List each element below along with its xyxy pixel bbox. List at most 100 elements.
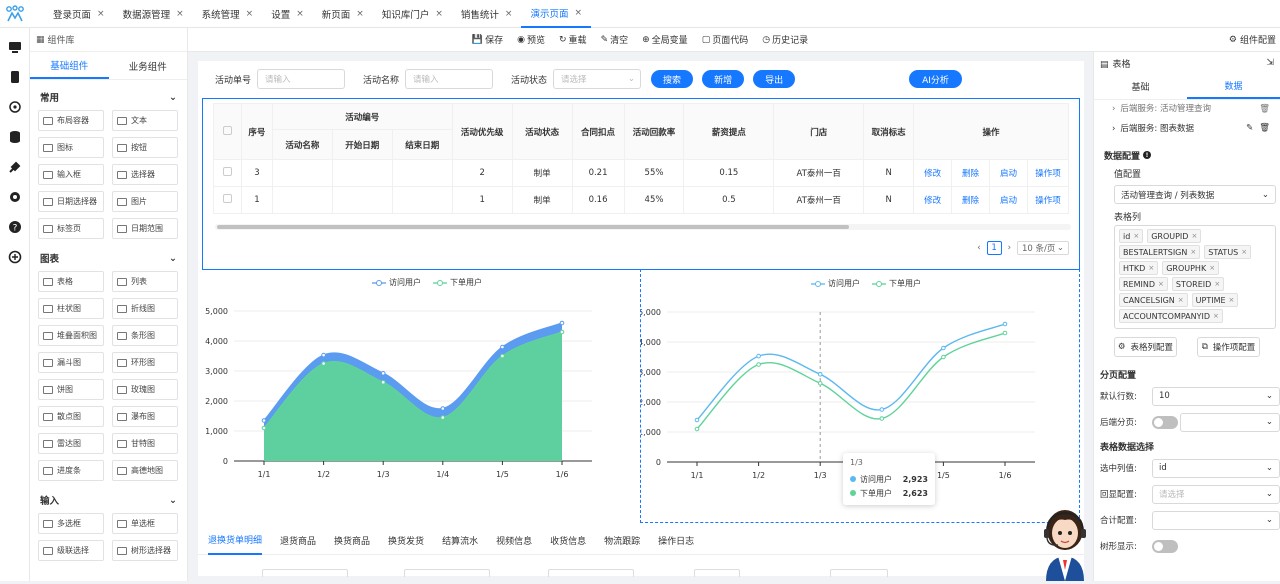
component-item[interactable]: 标签页 [38,218,104,239]
selected-col-select[interactable]: id ⌄ [1152,458,1280,478]
echo-config-select[interactable]: 请选择 ⌄ [1152,484,1280,504]
column-tag[interactable]: GROUPHK × [1162,261,1220,275]
op-link[interactable]: 修改 [913,186,953,214]
close-icon[interactable]: × [1158,280,1164,288]
ai-analysis-button[interactable]: AI分析 [909,70,962,88]
column-tag[interactable]: UPTIME × [1191,293,1239,307]
tab-item[interactable]: 登录页面 × [44,0,114,28]
tab-data[interactable]: 数据 [1187,74,1280,99]
activity-name-input[interactable]: 请输入 [405,69,494,89]
line-chart-component[interactable]: 访问用户下单用户 01,0002,0003,0004,0005,0001/11/… [638,269,1080,523]
assistant-avatar[interactable] [1036,500,1094,581]
close-icon[interactable]: × [1209,264,1215,272]
component-item[interactable]: 多选框 [38,513,104,534]
table-component[interactable]: 序号 活动编号 活动优先级 活动状态 合同扣点 活动回款率 薪资提点 门店 取消… [202,98,1080,270]
close-icon[interactable]: × [1229,296,1235,304]
ai-icon[interactable] [0,242,30,272]
legend-item[interactable]: 下单用户 [433,277,482,288]
toolbar-button[interactable]: ✎ 清空 [601,33,629,47]
toolbar-button[interactable]: ⊕ 全局变量 [642,33,688,47]
tab-basic[interactable]: 基础 [1094,74,1187,99]
component-item[interactable]: 瀑布图 [112,406,178,427]
component-item[interactable]: 级联选择 [38,540,104,561]
component-item[interactable]: 日期范围 [112,218,178,239]
close-icon[interactable]: × [574,8,582,18]
column-tag[interactable]: HTKD × [1119,261,1159,275]
close-icon[interactable]: × [356,9,364,19]
legend-item[interactable]: 下单用户 [872,278,921,289]
tree-display-toggle[interactable] [1152,539,1178,553]
detail-tab[interactable]: 结算流水 [442,527,478,555]
component-section-header[interactable]: 图表 ⌄ [30,245,187,271]
component-item[interactable]: 漏斗图 [38,352,104,373]
activity-status-select[interactable]: 请选择 ⌄ [553,69,642,89]
op-config-button[interactable]: ⧉ 操作项配置 [1197,337,1260,357]
plugin-icon[interactable] [0,152,30,182]
op-link[interactable]: 操作项 [1026,186,1070,214]
activity-no-input[interactable]: 请输入 [257,69,346,89]
backend-service-item[interactable]: › 后端服务: 图表数据 ✎ 🗑 [1094,116,1280,140]
component-item[interactable]: 按钮 [112,137,178,158]
close-icon[interactable]: × [1133,232,1139,240]
detail-tab[interactable]: 换货商品 [334,527,370,555]
component-item[interactable]: 柱状图 [38,298,104,319]
add-button[interactable]: 新增 [702,70,745,88]
component-item[interactable]: 高德地图 [112,460,178,481]
component-item[interactable]: 条形图 [112,325,178,346]
component-item[interactable]: 雷达图 [38,433,104,454]
detail-tab[interactable]: 换货发货 [388,527,424,555]
edit-icon[interactable]: ✎ [1246,123,1253,133]
component-item[interactable]: 玫瑰图 [112,379,178,400]
tab-basic-components[interactable]: 基础组件 [30,52,109,79]
component-item[interactable]: 输入框 [38,164,104,185]
help-icon[interactable]: ? [0,212,30,242]
close-icon[interactable]: × [97,9,105,19]
page-size-select[interactable]: 10 条/页 ⌄ [1017,241,1069,255]
close-icon[interactable]: × [176,9,184,19]
detail-tab[interactable]: 退换货单明细 [208,527,263,555]
component-item[interactable]: 文本 [112,110,178,131]
column-tag[interactable]: ACCOUNTCOMPANYID × [1119,309,1223,323]
component-item[interactable]: 单选框 [112,513,178,534]
page-number[interactable]: 1 [986,241,1002,255]
detail-tab[interactable]: 退货商品 [280,527,316,555]
column-tag[interactable]: GROUPID × [1147,229,1202,243]
gear-icon[interactable] [0,182,30,212]
component-item[interactable]: 布局容器 [38,110,104,131]
close-icon[interactable]: × [435,9,443,19]
component-config-header[interactable]: ⚙ 组件配置 [1092,28,1280,52]
default-rows-select[interactable]: 10 ⌄ [1152,386,1280,406]
table-scrollbar[interactable] [217,225,849,229]
monitor-icon[interactable] [0,32,30,62]
component-item[interactable]: 堆叠面积图 [38,325,104,346]
component-item[interactable]: 图标 [38,137,104,158]
trash-icon[interactable]: 🗑 [1259,104,1270,114]
tab-business-components[interactable]: 业务组件 [109,52,188,79]
tab-item[interactable]: 知识库门户 × [373,0,452,28]
op-link[interactable]: 修改 [913,159,953,187]
column-tag[interactable]: STOREID × [1171,277,1225,291]
value-config-select[interactable]: 活动管理查询 / 列表数据 ⌄ [1114,185,1276,204]
mobile-icon[interactable] [0,62,30,92]
column-tag[interactable]: id × [1119,229,1144,243]
tab-item[interactable]: 设置 × [262,0,313,28]
area-chart-component[interactable]: 访问用户 下单用户 0 1,000 2,000 3,000 4,000 5,000 1/1 1/… [202,269,640,523]
component-section-header[interactable]: 常用 ⌄ [30,84,187,110]
prev-page-button[interactable]: ‹ [977,243,980,253]
toolbar-button[interactable]: ◉ 预览 [517,33,545,47]
legend-item[interactable]: 访问用户 [811,278,860,289]
tab-item[interactable]: 销售统计 × [452,0,522,28]
trash-icon[interactable]: 🗑 [1259,123,1270,133]
close-icon[interactable]: × [296,9,304,19]
component-item[interactable]: 散点图 [38,406,104,427]
toolbar-button[interactable]: ↻ 重载 [559,33,587,47]
op-link[interactable]: 删除 [951,186,990,214]
component-item[interactable]: 树形选择器 [112,540,178,561]
close-icon[interactable]: × [1213,312,1219,320]
close-icon[interactable]: × [1178,296,1184,304]
component-item[interactable]: 图片 [112,191,178,212]
tab-item[interactable]: 新页面 × [313,0,373,28]
legend-item[interactable]: 访问用户 [372,277,421,288]
component-item[interactable]: 表格 [38,271,104,292]
component-item[interactable]: 甘特图 [112,433,178,454]
